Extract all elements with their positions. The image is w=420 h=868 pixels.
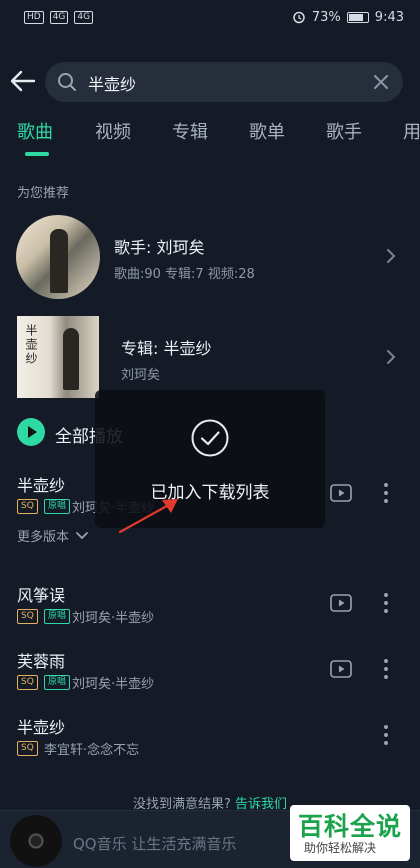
search-input[interactable]: 半壶纱: [45, 62, 403, 102]
tab-users[interactable]: 用: [403, 118, 420, 144]
recommend-section-title: 为您推荐: [17, 186, 70, 201]
tab-songs[interactable]: 歌曲: [17, 118, 53, 144]
search-row: 半壶纱: [0, 62, 420, 102]
active-tab-indicator: [25, 152, 49, 156]
chevron-right-icon: [387, 350, 396, 364]
recommended-album[interactable]: 专辑: 半壶纱 刘珂矣: [0, 313, 420, 399]
annotation-arrow-icon: [118, 499, 178, 534]
song-title: 半壶纱: [17, 476, 66, 495]
original-badge: 原唱: [44, 499, 71, 514]
search-query: 半壶纱: [88, 75, 137, 94]
mv-play-icon[interactable]: [330, 660, 352, 678]
tab-singers[interactable]: 歌手: [326, 118, 362, 144]
sq-badge: SQ: [17, 675, 38, 690]
song-title: 风筝误: [17, 586, 66, 605]
song-row[interactable]: 芙蓉雨 SQ 原唱 刘珂矣·半壶纱: [0, 648, 420, 708]
chevron-down-icon: [76, 531, 88, 539]
recommended-artist[interactable]: 歌手: 刘珂矣 歌曲:90 专辑:7 视频:28: [0, 212, 420, 299]
original-badge: 原唱: [44, 609, 71, 624]
song-meta: 刘珂矣·半壶纱: [72, 611, 155, 626]
tab-playlists[interactable]: 歌单: [249, 118, 285, 144]
alarm-icon: [293, 11, 305, 24]
search-icon: [58, 73, 76, 91]
battery-icon: [346, 11, 369, 23]
hd-badge: HD: [24, 10, 44, 24]
player-slogan: QQ音乐 让生活充满音乐: [73, 835, 237, 853]
clock: 9:43: [374, 9, 404, 25]
status-right: 73% 9:43: [292, 10, 404, 25]
watermark-subtitle: 助你轻松解决: [304, 841, 377, 855]
mv-play-icon[interactable]: [330, 594, 352, 612]
song-meta: 李宜轩·念念不忘: [44, 743, 140, 758]
album-title: 专辑: 半壶纱: [121, 339, 212, 358]
album-artist: 刘珂矣: [121, 368, 161, 383]
more-vertical-icon[interactable]: [382, 724, 390, 746]
song-row[interactable]: 风筝误 SQ 原唱 刘珂矣·半壶纱: [0, 582, 420, 642]
more-versions-label: 更多版本: [17, 530, 70, 545]
more-vertical-icon[interactable]: [382, 592, 390, 614]
song-row[interactable]: 半壶纱 SQ 李宜轩·念念不忘: [0, 714, 420, 774]
signal-badge-2: 4G: [74, 10, 94, 24]
song-title: 半壶纱: [17, 718, 66, 737]
category-tabs: 歌曲 视频 专辑 歌单 歌手 用: [0, 118, 420, 158]
sq-badge: SQ: [17, 499, 38, 514]
chevron-right-icon: [387, 249, 396, 263]
album-disc-icon: [10, 815, 62, 867]
sq-badge: SQ: [17, 609, 38, 624]
song-meta: 刘珂矣·半壶纱: [72, 677, 155, 692]
more-vertical-icon[interactable]: [382, 482, 390, 504]
mv-play-icon[interactable]: [330, 484, 352, 502]
check-circle-icon: [191, 419, 229, 457]
watermark-title: 百科全说: [298, 812, 403, 841]
play-icon: [17, 418, 45, 446]
tab-videos[interactable]: 视频: [95, 118, 131, 144]
more-versions-button[interactable]: 更多版本: [17, 526, 89, 545]
battery-percent: 73%: [311, 9, 341, 25]
artist-stats: 歌曲:90 专辑:7 视频:28: [114, 267, 255, 282]
watermark-logo: 百科全说 助你轻松解决: [290, 805, 410, 861]
network-indicators: HD 4G 4G: [24, 10, 94, 24]
album-cover: [17, 316, 99, 398]
artist-title: 歌手: 刘珂矣: [114, 238, 205, 257]
more-vertical-icon[interactable]: [382, 658, 390, 680]
artist-avatar: [16, 215, 100, 299]
back-arrow-icon[interactable]: [8, 66, 38, 96]
status-bar: HD 4G 4G 73% 9:43: [0, 0, 420, 34]
sq-badge: SQ: [17, 741, 38, 756]
song-title: 芙蓉雨: [17, 652, 66, 671]
original-badge: 原唱: [44, 675, 71, 690]
tab-albums[interactable]: 专辑: [172, 118, 208, 144]
close-icon[interactable]: [373, 74, 389, 90]
signal-badge-1: 4G: [49, 10, 69, 24]
